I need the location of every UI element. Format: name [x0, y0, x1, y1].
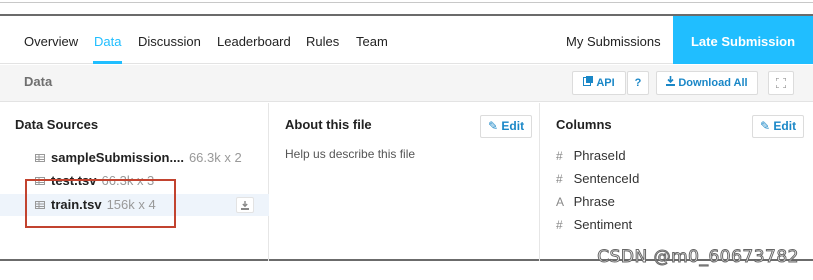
api-button[interactable]: API — [572, 71, 626, 95]
about-file-title: About this file — [285, 117, 372, 132]
numeric-type-icon: # — [556, 172, 563, 186]
tab-rules[interactable]: Rules — [306, 16, 339, 64]
download-all-button[interactable]: Download All — [656, 71, 758, 95]
download-all-label: Download All — [678, 77, 748, 89]
file-description: Help us describe this file — [285, 147, 416, 161]
competition-tab-bar: Overview Data Discussion Leaderboard Rul… — [0, 16, 813, 64]
tab-data[interactable]: Data — [92, 16, 123, 64]
file-dimensions: 66.3k x 2 — [188, 150, 242, 165]
expand-icon[interactable] — [768, 71, 794, 95]
highlight-box — [25, 179, 176, 228]
data-sources-title: Data Sources — [15, 117, 99, 132]
tab-leaderboard[interactable]: Leaderboard — [217, 16, 291, 64]
column-name: Sentiment — [573, 217, 633, 232]
api-label: API — [596, 77, 615, 89]
pencil-icon: ✎ — [488, 119, 499, 133]
edit-label: Edit — [501, 119, 525, 133]
download-icon — [666, 72, 676, 94]
data-header-bar: Data API ? Download All — [0, 65, 813, 102]
columns-edit-button[interactable]: ✎ Edit — [752, 115, 805, 138]
tab-team[interactable]: Team — [356, 16, 388, 64]
file-item[interactable]: sampleSubmission.... 66.3k x 2 — [0, 147, 269, 169]
column-name: SentenceId — [573, 171, 640, 186]
late-submission-button[interactable]: Late Submission — [673, 16, 813, 64]
columns-panel: Columns ✎ Edit # PhraseId # SentenceId A… — [541, 103, 813, 261]
data-sources-panel: Data Sources sampleSubmission.... 66.3k x… — [0, 103, 269, 261]
column-item: # PhraseId — [556, 148, 626, 163]
table-icon — [35, 154, 45, 162]
data-section-title: Data — [24, 74, 53, 89]
about-file-panel: About this file ✎ Edit Help us describe … — [270, 103, 540, 261]
file-name: sampleSubmission.... — [51, 150, 184, 165]
column-item: # SentenceId — [556, 171, 639, 186]
text-type-icon: A — [556, 195, 565, 209]
columns-title: Columns — [556, 117, 612, 132]
numeric-type-icon: # — [556, 218, 563, 232]
my-submissions-link[interactable]: My Submissions — [566, 16, 661, 64]
edit-label: Edit — [773, 119, 797, 133]
pencil-icon: ✎ — [760, 119, 771, 133]
column-item: A Phrase — [556, 194, 615, 209]
tab-overview[interactable]: Overview — [24, 16, 78, 64]
csdn-watermark: CSDN @m0_60673782 — [597, 247, 799, 268]
column-name: PhraseId — [573, 148, 626, 163]
numeric-type-icon: # — [556, 149, 563, 163]
data-page-panel: Overview Data Discussion Leaderboard Rul… — [0, 14, 813, 261]
api-help-button[interactable]: ? — [627, 71, 649, 95]
column-name: Phrase — [573, 194, 615, 209]
file-download-icon[interactable] — [236, 197, 254, 213]
about-edit-button[interactable]: ✎ Edit — [480, 115, 533, 138]
top-divider — [0, 2, 813, 3]
column-item: # Sentiment — [556, 217, 632, 232]
api-icon — [583, 72, 594, 94]
tab-discussion[interactable]: Discussion — [138, 16, 201, 64]
